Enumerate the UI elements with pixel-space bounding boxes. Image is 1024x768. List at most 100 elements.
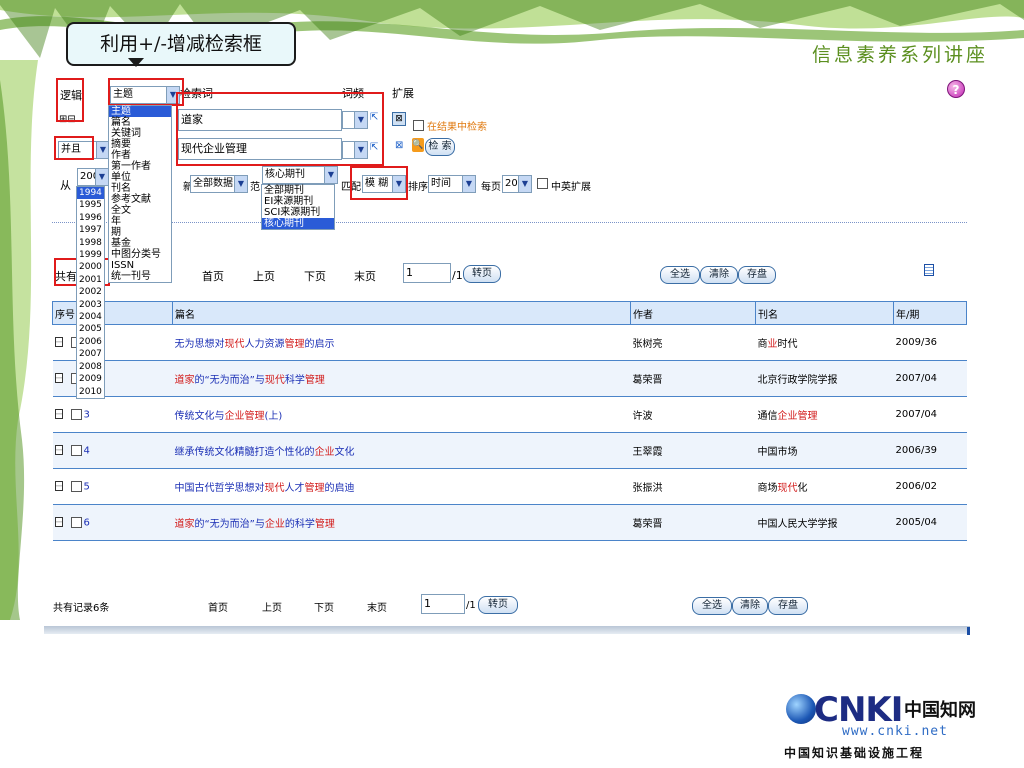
clear-button-bottom[interactable]: 清除 [732,597,768,615]
prev-page-link[interactable]: 上页 [253,268,275,284]
year-dropdown-list[interactable]: 1994 1995 1996 1997 1998 1999 2000 2001 2002 2003… [76,186,105,399]
journal-cell[interactable]: 商场现代化 [755,468,894,505]
journal-cell[interactable]: 中国市场 [755,432,894,469]
page-number-input-top[interactable]: 1 [403,263,451,283]
year-option[interactable]: 1994 [77,187,104,200]
field-dropdown-list[interactable]: 主题 篇名 关键词 摘要 作者 第一作者 单位 刊名 参考文献 全文年期基金 中图分类号 ISSN 统一… [108,105,172,283]
last-page-link[interactable]: 末页 [354,268,376,284]
table-row[interactable]: 1无为思想对现代人力资源管理的启示张树亮商业时代2009/36 [52,324,967,361]
article-title-link[interactable]: 传统文化与企业管理(上) [172,396,631,433]
row-checkbox[interactable] [70,516,82,528]
document-icon[interactable] [54,337,63,348]
author-cell[interactable]: 张振洪 [630,468,756,505]
clear-button-top[interactable]: 清除 [700,266,738,284]
list-view-icon[interactable] [924,264,934,276]
year-option[interactable]: 2009 [77,373,104,385]
year-option[interactable]: 2010 [77,386,104,398]
document-icon[interactable] [54,409,63,420]
expand-grid-icon[interactable]: ⊠ [392,112,406,126]
first-page-link-bottom[interactable]: 首页 [208,599,228,614]
update-select[interactable]: 全部数据 ▼ [190,175,248,193]
author-cell[interactable]: 张树亮 [630,324,756,361]
field-option[interactable]: 作者 [109,150,171,161]
field-option[interactable]: 期 [109,227,171,238]
journal-cell[interactable]: 北京行政学院学报 [755,360,894,397]
go-page-button-bottom[interactable]: 转页 [478,596,518,614]
field-option[interactable]: 年 [109,216,171,227]
year-option[interactable]: 1999 [77,249,104,261]
field-option[interactable]: ISSN [109,260,171,271]
expand-grid-icon[interactable]: ⊠ [395,140,403,151]
table-row[interactable]: 4 继承传统文化精髓打造个性化的企业文化 王翠霞 中国市场 2006/39 [52,432,967,469]
year-option[interactable]: 2008 [77,361,104,373]
per-page-select[interactable]: 20 ▼ [502,175,532,193]
select-all-button-bottom[interactable]: 全选 [692,597,732,615]
sort-select[interactable]: 时间 ▼ [428,175,476,193]
range-select[interactable]: 核心期刊 ▼ [262,166,338,184]
document-icon[interactable] [54,481,63,492]
range-option[interactable]: SCI来源期刊 [262,207,334,218]
year-from-select[interactable]: 2005 ▼ [77,168,109,186]
range-option[interactable]: EI来源期刊 [262,196,334,207]
table-row[interactable]: 6 道家的“无为而治”与企业的科学管理 葛荣晋 中国人民大学学报 2005/04 [52,504,967,541]
search-button[interactable]: 检 索 [425,138,455,156]
field-option[interactable]: 中图分类号 [109,249,171,260]
field-option[interactable]: 统一刊号 [109,271,171,282]
page-number-input-bottom[interactable]: 1 [421,594,465,614]
field-option[interactable]: 摘要 [109,139,171,150]
author-cell[interactable]: 许波 [630,396,756,433]
row-checkbox[interactable] [70,444,82,456]
journal-cell[interactable]: 中国人民大学学报 [755,504,894,541]
save-button-top[interactable]: 存盘 [738,266,776,284]
cn-en-checkbox[interactable] [537,178,548,189]
range-option[interactable]: 全部期刊 [262,185,334,196]
year-option[interactable]: 2000 [77,261,104,273]
year-option[interactable]: 1998 [77,237,104,249]
row-checkbox[interactable] [70,480,82,492]
article-title-link[interactable]: 继承传统文化精髓打造个性化的企业文化 [172,432,631,469]
year-option[interactable]: 2007 [77,348,104,360]
year-option[interactable]: 2002 [77,286,104,298]
first-page-link[interactable]: 首页 [202,268,224,284]
field-option[interactable]: 单位 [109,172,171,183]
year-option[interactable]: 1996 [77,212,104,224]
field-option[interactable]: 第一作者 [109,161,171,172]
field-option[interactable]: 关键词 [109,128,171,139]
field-option[interactable]: 刊名 [109,183,171,194]
article-title-link[interactable]: 中国古代哲学思想对现代人才管理的启迪 [172,468,631,505]
in-results-checkbox[interactable] [413,120,424,131]
field-option[interactable]: 参考文献 [109,194,171,205]
year-option[interactable]: 2005 [77,323,104,335]
year-option[interactable]: 2004 [77,311,104,323]
field-option[interactable]: 全文 [109,205,171,216]
year-option[interactable]: 2006 [77,336,104,348]
article-title-link[interactable]: 道家的“无为而治”与企业的科学管理 [172,504,631,541]
journal-cell[interactable]: 商业时代 [755,324,894,361]
next-page-link-bottom[interactable]: 下页 [314,599,334,614]
row-checkbox[interactable] [70,408,82,420]
journal-cell[interactable]: 通信企业管理 [755,396,894,433]
author-cell[interactable]: 葛荣晋 [630,504,756,541]
table-row[interactable]: 5 中国古代哲学思想对现代人才管理的启迪 张振洪 商场现代化 2006/02 [52,468,967,505]
save-button-bottom[interactable]: 存盘 [768,597,808,615]
year-option[interactable]: 1997 [77,224,104,236]
table-row[interactable]: 2道家的“无为而治”与现代科学管理葛荣晋北京行政学院学报2007/04 [52,360,967,397]
field-option[interactable]: 篇名 [109,117,171,128]
select-all-button-top[interactable]: 全选 [660,266,700,284]
range-option[interactable]: 核心期刊 [262,218,334,229]
table-row[interactable]: 3 传统文化与企业管理(上) 许波 通信企业管理 2007/04 [52,396,967,433]
year-option[interactable]: 1995 [77,199,104,211]
prev-page-link-bottom[interactable]: 上页 [262,599,282,614]
go-page-button-top[interactable]: 转页 [463,265,501,283]
article-title-link[interactable]: 无为思想对现代人力资源管理的启示 [172,324,631,361]
field-option[interactable]: 基金 [109,238,171,249]
document-icon[interactable] [54,517,63,528]
year-option[interactable]: 2001 [77,274,104,286]
last-page-link-bottom[interactable]: 末页 [367,599,387,614]
author-cell[interactable]: 王翠霞 [630,432,756,469]
year-option[interactable]: 2003 [77,299,104,311]
help-icon[interactable]: ? [947,80,965,98]
author-cell[interactable]: 葛荣晋 [630,360,756,397]
document-icon[interactable] [54,445,63,456]
scrollbar-horizontal[interactable] [44,626,970,634]
